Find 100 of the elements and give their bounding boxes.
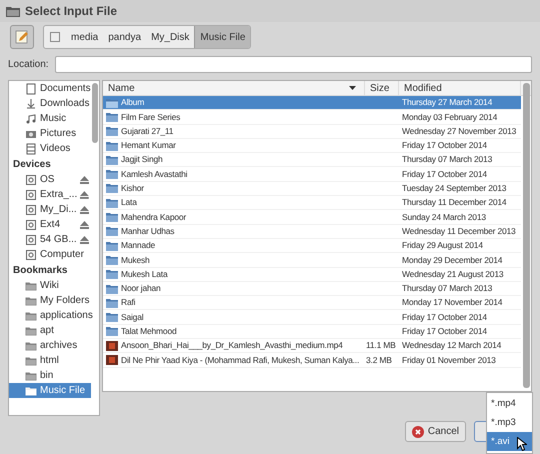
modified-date: Wednesday 11 December 2013 [402, 226, 516, 236]
sidebar-item[interactable]: Music File [9, 383, 91, 398]
folder-icon [25, 384, 37, 396]
mouse-pointer-icon [517, 437, 527, 451]
file-row[interactable]: Film Fare Series Monday 03 February 2014 [103, 110, 521, 125]
sidebar-item[interactable]: My_Di... [9, 202, 91, 217]
file-size: 11.1 MB [366, 340, 396, 350]
modified-date: Thursday 07 March 2013 [402, 154, 492, 164]
file-row[interactable]: Gujarati 27_11 Wednesday 27 November 2013 [103, 124, 521, 139]
drive-icon [25, 174, 37, 186]
modified-date: Thursday 07 March 2013 [402, 283, 492, 294]
file-name: Rafi [121, 296, 136, 310]
path-button[interactable]: My_Disk [146, 26, 194, 48]
modified-date: Friday 17 October 2014 [402, 168, 487, 179]
eject-icon[interactable] [80, 190, 89, 198]
sidebar-item[interactable]: apt [9, 323, 91, 338]
file-row[interactable]: Noor jahan Thursday 07 March 2013 [103, 282, 521, 296]
folder-icon [106, 183, 118, 194]
modified-date: Thursday 11 December 2014 [402, 197, 506, 208]
sidebar-item[interactable]: Videos [9, 141, 91, 156]
file-name: Mannade [121, 239, 156, 252]
scrollbar[interactable] [523, 83, 530, 388]
file-name: Kishor [121, 182, 144, 195]
folder-icon [6, 6, 20, 16]
sidebar-item[interactable]: archives [9, 338, 91, 353]
folder-icon [25, 280, 37, 292]
file-name: Talat Mehmood [121, 325, 177, 338]
file-row[interactable]: Lata Thursday 11 December 2014 [103, 196, 521, 210]
modified-date: Sunday 24 March 2013 [402, 212, 486, 222]
column-header[interactable]: Size [365, 81, 399, 95]
eject-icon[interactable] [80, 176, 89, 184]
folder-icon [106, 312, 118, 322]
file-row[interactable]: Kamlesh Avastathi Friday 17 October 2014 [103, 167, 521, 182]
file-name: Ansoon_Bhari_Hai___by_Dr_Kamlesh_Avasthi_medium.mp4 [121, 339, 343, 352]
folder-icon [25, 294, 37, 306]
drive-icon [25, 188, 37, 200]
file-row[interactable]: Rafi Monday 17 November 2014 [103, 296, 521, 310]
music-note-icon [25, 112, 37, 124]
file-row[interactable]: Kishor Tuesday 24 September 2013 [103, 182, 521, 196]
file-row[interactable]: Mukesh Lata Wednesday 21 August 2013 [103, 268, 521, 282]
folder-icon [106, 326, 118, 336]
file-name: Gujarati 27_11 [121, 124, 174, 138]
file-row[interactable]: Ansoon_Bhari_Hai___by_Dr_Kamlesh_Avasthi_medium.mp4 11.1 MB Wednesday 12 March 2014 [103, 339, 521, 354]
file-row[interactable]: Hemant Kumar Friday 17 October 2014 [103, 138, 521, 154]
modified-date: Friday 17 October 2014 [402, 140, 487, 150]
modified-date: Friday 29 August 2014 [402, 240, 483, 250]
file-row[interactable]: Saigal Friday 17 October 2014 [103, 310, 521, 325]
path-button[interactable]: media [66, 26, 104, 48]
column-header[interactable]: Modified [399, 81, 521, 95]
file-name: Lata [121, 196, 137, 210]
sidebar-item[interactable]: html [9, 353, 91, 368]
download-icon [25, 98, 37, 110]
menu-item[interactable]: *.mp3 [487, 414, 532, 432]
folder-icon [25, 310, 37, 322]
modified-date: Wednesday 21 August 2013 [402, 268, 504, 279]
eject-icon[interactable] [80, 220, 89, 228]
file-row[interactable]: Mannade Friday 29 August 2014 [103, 238, 521, 254]
modified-date: Friday 17 October 2014 [402, 312, 487, 322]
folder-icon [106, 198, 118, 208]
location-field[interactable] [54, 56, 532, 72]
folder-icon [106, 169, 118, 180]
sidebar-item[interactable]: OS [9, 172, 91, 187]
file-row[interactable]: Dil Ne Phir Yaad Kiya - (Mohammad Rafi, Mukesh, Suman Kalya... 3.2 MB Friday 01 November 2013 [103, 353, 521, 368]
file-row[interactable]: Manhar Udhas Wednesday 11 December 2013 [103, 224, 521, 239]
modified-date: Wednesday 12 March 2014 [402, 340, 502, 350]
window-title: Select Input File [25, 3, 118, 20]
column-header[interactable]: Name [103, 81, 365, 95]
folder-icon [25, 324, 37, 336]
menu-item[interactable]: *.mp4 [487, 395, 532, 414]
file-row[interactable]: Album Thursday 27 March 2014 [103, 96, 521, 110]
sidebar-item[interactable]: Downloads [9, 96, 91, 111]
drive-icon [25, 234, 37, 246]
sidebar-item[interactable]: Wiki [9, 278, 91, 293]
file-name: Mukesh Lata [121, 268, 168, 281]
sidebar-item[interactable]: My Folders [9, 293, 91, 308]
sidebar-item[interactable]: bin [9, 368, 91, 383]
eject-icon[interactable] [80, 206, 89, 214]
path-button[interactable]: pandya [103, 26, 146, 48]
file-row[interactable]: Mahendra Kapoor Sunday 24 March 2013 [103, 210, 521, 225]
sidebar-item[interactable]: Documents [9, 81, 91, 96]
modified-date: Monday 03 February 2014 [402, 112, 498, 122]
sidebar-item[interactable]: Pictures [9, 126, 91, 141]
folder-icon [106, 112, 118, 122]
edit-location-button[interactable] [10, 25, 34, 49]
sidebar-item[interactable]: Music [9, 111, 91, 126]
sidebar-item[interactable]: Ext4 [9, 217, 91, 232]
sidebar-item[interactable]: Computer [9, 247, 91, 262]
cancel-button[interactable]: Cancel [404, 421, 466, 442]
modified-date: Friday 01 November 2013 [402, 354, 496, 365]
file-row[interactable]: Jagjit Singh Thursday 07 March 2013 [103, 153, 521, 168]
sidebar-item[interactable]: Extra_... [9, 187, 91, 202]
path-button[interactable]: Music File [194, 26, 250, 48]
sidebar-item[interactable]: applications [9, 308, 91, 323]
eject-icon[interactable] [80, 236, 89, 244]
file-row[interactable]: Mukesh Monday 29 December 2014 [103, 253, 521, 268]
section-heading: Bookmarks [12, 264, 68, 278]
scrollbar[interactable] [92, 83, 98, 143]
file-row[interactable]: Talat Mehmood Friday 17 October 2014 [103, 324, 521, 340]
file-name: Mukesh [121, 254, 150, 266]
sidebar-item[interactable]: 54 GB... [9, 232, 91, 247]
